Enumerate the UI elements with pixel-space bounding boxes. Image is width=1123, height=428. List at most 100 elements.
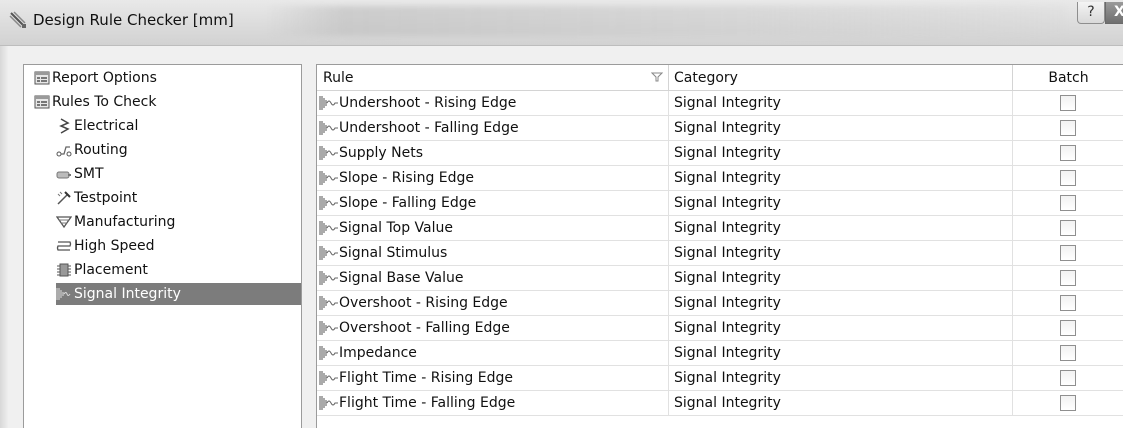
signal-integrity-icon xyxy=(319,171,338,185)
window-title: Design Rule Checker [mm] xyxy=(33,11,234,29)
tree-item-electrical[interactable]: Electrical xyxy=(56,115,216,137)
batch-checkbox[interactable] xyxy=(1060,195,1076,211)
category-cell: Signal Integrity xyxy=(669,241,1013,265)
rule-cell[interactable]: Overshoot - Rising Edge xyxy=(317,291,669,315)
signal-integrity-icon xyxy=(319,196,338,210)
rule-name: Flight Time - Rising Edge xyxy=(339,370,513,386)
batch-cell xyxy=(1013,91,1123,115)
tree-item-routing[interactable]: Routing xyxy=(56,139,216,161)
table-row[interactable]: Signal Base Value Signal Integrity xyxy=(317,266,1123,291)
tree-item-label: Signal Integrity xyxy=(74,286,181,302)
signal-integrity-icon xyxy=(319,371,338,385)
rule-name: Slope - Rising Edge xyxy=(339,170,475,186)
tree-item-rules-to-check[interactable]: Rules To Check xyxy=(34,91,214,113)
batch-cell xyxy=(1013,391,1123,415)
placement-icon xyxy=(57,263,71,277)
batch-checkbox[interactable] xyxy=(1060,395,1076,411)
column-header-category[interactable]: Category xyxy=(669,65,1013,91)
table-row[interactable]: Undershoot - Falling Edge Signal Integrit… xyxy=(317,116,1123,141)
tree-item-label: High Speed xyxy=(74,238,155,254)
column-header-label: Rule xyxy=(323,70,354,86)
rules-to-check-icon xyxy=(34,95,50,109)
rule-cell[interactable]: Signal Top Value xyxy=(317,216,669,240)
rule-name: Overshoot - Falling Edge xyxy=(339,320,510,336)
batch-checkbox[interactable] xyxy=(1060,245,1076,261)
table-row[interactable]: Slope - Rising Edge Signal Integrity xyxy=(317,166,1123,191)
rule-cell[interactable]: Flight Time - Falling Edge xyxy=(317,391,669,415)
tree-item-label: Routing xyxy=(74,142,128,158)
help-button[interactable]: ? xyxy=(1077,2,1105,24)
filter-icon[interactable] xyxy=(651,71,663,83)
routing-icon xyxy=(56,146,72,157)
signal-integrity-icon xyxy=(319,96,338,110)
category-cell: Signal Integrity xyxy=(669,266,1013,290)
table-row[interactable]: Supply Nets Signal Integrity xyxy=(317,141,1123,166)
batch-checkbox[interactable] xyxy=(1060,295,1076,311)
rule-cell[interactable]: Flight Time - Rising Edge xyxy=(317,366,669,390)
smt-icon xyxy=(56,171,71,179)
tree-item-testpoint[interactable]: Testpoint xyxy=(56,187,216,209)
tree-item-manufacturing[interactable]: Manufacturing xyxy=(56,211,236,233)
category-cell: Signal Integrity xyxy=(669,116,1013,140)
rules-tree[interactable]: Report Options Rules To Check Electrical… xyxy=(23,64,302,428)
rule-cell[interactable]: Signal Base Value xyxy=(317,266,669,290)
table-row[interactable]: Overshoot - Falling Edge Signal Integrity xyxy=(317,316,1123,341)
category-cell: Signal Integrity xyxy=(669,141,1013,165)
tree-item-smt[interactable]: SMT xyxy=(56,163,216,185)
tree-item-signal-integrity[interactable]: Signal Integrity xyxy=(56,283,301,305)
batch-cell xyxy=(1013,291,1123,315)
batch-checkbox[interactable] xyxy=(1060,370,1076,386)
rule-name: Undershoot - Rising Edge xyxy=(339,95,517,111)
tree-item-high-speed[interactable]: High Speed xyxy=(56,235,236,257)
close-button[interactable]: X xyxy=(1105,2,1123,24)
batch-cell xyxy=(1013,166,1123,190)
signal-integrity-icon xyxy=(319,221,338,235)
rule-cell[interactable]: Undershoot - Rising Edge xyxy=(317,91,669,115)
column-header-batch[interactable]: Batch xyxy=(1013,65,1123,91)
rule-cell[interactable]: Slope - Rising Edge xyxy=(317,166,669,190)
rule-cell[interactable]: Undershoot - Falling Edge xyxy=(317,116,669,140)
tree-item-report-options[interactable]: Report Options xyxy=(34,67,214,89)
batch-checkbox[interactable] xyxy=(1060,270,1076,286)
rules-grid[interactable]: Rule Category Batch Undershoot - Rising … xyxy=(316,64,1123,428)
rule-cell[interactable]: Impedance xyxy=(317,341,669,365)
category-cell: Signal Integrity xyxy=(669,341,1013,365)
batch-checkbox[interactable] xyxy=(1060,120,1076,136)
window-left-edge xyxy=(0,46,8,428)
rule-name: Impedance xyxy=(339,345,417,361)
table-row[interactable]: Signal Stimulus Signal Integrity xyxy=(317,241,1123,266)
title-bar[interactable]: Design Rule Checker [mm] ? X xyxy=(0,0,1123,46)
column-header-label: Category xyxy=(674,70,738,86)
table-row[interactable]: Slope - Falling Edge Signal Integrity xyxy=(317,191,1123,216)
rule-cell[interactable]: Overshoot - Falling Edge xyxy=(317,316,669,340)
manufacturing-icon xyxy=(56,216,72,229)
batch-checkbox[interactable] xyxy=(1060,145,1076,161)
signal-integrity-icon xyxy=(319,321,338,335)
rule-cell[interactable]: Slope - Falling Edge xyxy=(317,191,669,215)
rule-name: Signal Top Value xyxy=(339,220,453,236)
batch-checkbox[interactable] xyxy=(1060,345,1076,361)
signal-integrity-icon xyxy=(319,246,338,260)
rule-cell[interactable]: Signal Stimulus xyxy=(317,241,669,265)
batch-checkbox[interactable] xyxy=(1060,320,1076,336)
batch-checkbox[interactable] xyxy=(1060,220,1076,236)
rule-name: Signal Stimulus xyxy=(339,245,448,261)
signal-integrity-icon xyxy=(319,146,338,160)
table-row[interactable]: Undershoot - Rising Edge Signal Integrity xyxy=(317,91,1123,116)
signal-integrity-icon xyxy=(319,271,338,285)
category-cell: Signal Integrity xyxy=(669,291,1013,315)
table-row[interactable]: Flight Time - Rising Edge Signal Integrit… xyxy=(317,366,1123,391)
tree-item-placement[interactable]: Placement xyxy=(56,259,216,281)
table-row[interactable]: Flight Time - Falling Edge Signal Integri… xyxy=(317,391,1123,416)
table-row[interactable]: Overshoot - Rising Edge Signal Integrity xyxy=(317,291,1123,316)
rule-cell[interactable]: Supply Nets xyxy=(317,141,669,165)
table-row[interactable]: Impedance Signal Integrity xyxy=(317,341,1123,366)
column-header-rule[interactable]: Rule xyxy=(317,65,669,91)
batch-checkbox[interactable] xyxy=(1060,170,1076,186)
rule-name: Signal Base Value xyxy=(339,270,464,286)
batch-cell xyxy=(1013,341,1123,365)
batch-checkbox[interactable] xyxy=(1060,95,1076,111)
table-row[interactable]: Signal Top Value Signal Integrity xyxy=(317,216,1123,241)
batch-cell xyxy=(1013,316,1123,340)
category-cell: Signal Integrity xyxy=(669,366,1013,390)
